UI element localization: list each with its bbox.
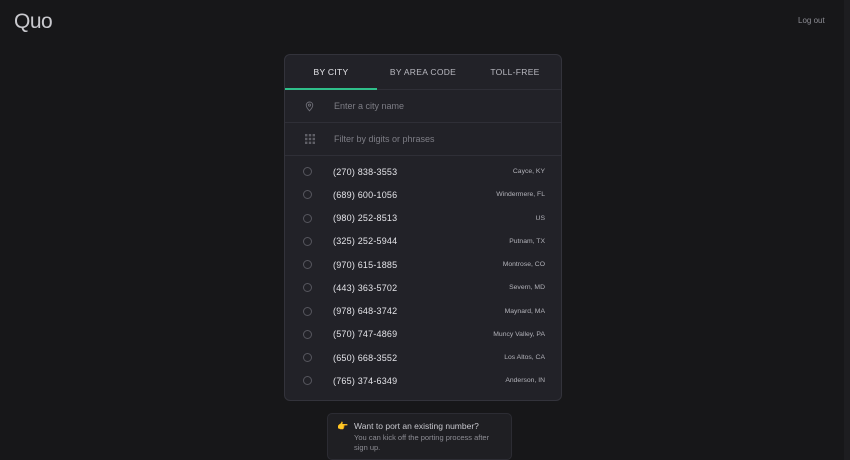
- city-input[interactable]: [334, 101, 534, 111]
- search-mode-tabs: BY CITY BY AREA CODE TOLL-FREE: [285, 55, 561, 90]
- tab-toll-free[interactable]: TOLL-FREE: [469, 55, 561, 89]
- digits-filter-input[interactable]: [334, 134, 534, 144]
- radio-button[interactable]: [303, 236, 312, 246]
- number-location: Maynard, MA: [504, 307, 545, 315]
- phone-number: (980) 252-8513: [333, 213, 398, 224]
- phone-number: (978) 648-3742: [333, 306, 398, 317]
- radio-button[interactable]: [303, 213, 312, 223]
- number-row[interactable]: (765) 374-6349 Anderson, IN: [285, 369, 561, 392]
- number-row[interactable]: (270) 838-3553 Cayce, KY: [285, 160, 561, 183]
- number-location: US: [535, 214, 545, 222]
- port-hint-body: You can kick off the porting process aft…: [354, 433, 490, 452]
- app-logo: Quo: [14, 10, 53, 33]
- phone-number: (443) 363-5702: [333, 282, 398, 293]
- phone-number: (970) 615-1885: [333, 259, 398, 270]
- number-location: Muncy Valley, PA: [493, 330, 545, 338]
- number-location: Anderson, IN: [505, 377, 545, 385]
- radio-button[interactable]: [303, 283, 312, 293]
- number-row[interactable]: (325) 252-5944 Putnam, TX: [285, 230, 561, 253]
- radio-button[interactable]: [303, 167, 312, 177]
- number-location: Windermere, FL: [496, 191, 545, 199]
- radio-button[interactable]: [303, 190, 312, 200]
- number-row[interactable]: (443) 363-5702 Severn, MD: [285, 276, 561, 299]
- phone-number: (689) 600-1056: [333, 189, 398, 200]
- phone-number: (765) 374-6349: [333, 375, 398, 386]
- number-row[interactable]: (978) 648-3742 Maynard, MA: [285, 300, 561, 323]
- phone-number: (325) 252-5944: [333, 236, 398, 247]
- logout-link[interactable]: Log out: [798, 16, 825, 25]
- phone-number: (570) 747-4869: [333, 329, 398, 340]
- number-location: Cayce, KY: [512, 168, 545, 176]
- radio-button[interactable]: [303, 376, 312, 386]
- radio-button[interactable]: [303, 306, 312, 316]
- number-list: (270) 838-3553 Cayce, KY (689) 600-1056 Wi…: [285, 156, 561, 393]
- number-picker-panel: BY CITY BY AREA CODE TOLL-FREE (270) 838…: [284, 54, 562, 401]
- tab-by-city[interactable]: BY CITY: [285, 55, 377, 90]
- phone-number: (650) 668-3552: [333, 352, 398, 363]
- radio-button[interactable]: [303, 329, 312, 339]
- number-location: Montrose, CO: [502, 261, 545, 269]
- number-location: Los Altos, CA: [504, 354, 545, 362]
- port-number-hint[interactable]: 👉 Want to port an existing number? You c…: [327, 413, 512, 460]
- location-pin-icon: [285, 101, 334, 112]
- number-row[interactable]: (980) 252-8513 US: [285, 207, 561, 230]
- phone-number: (270) 838-3553: [333, 166, 398, 177]
- number-row[interactable]: (570) 747-4869 Muncy Valley, PA: [285, 323, 561, 346]
- radio-button[interactable]: [303, 260, 312, 270]
- number-location: Putnam, TX: [509, 237, 545, 245]
- page-scrollbar[interactable]: [844, 0, 850, 460]
- number-row[interactable]: (689) 600-1056 Windermere, FL: [285, 183, 561, 206]
- port-hint-title: Want to port an existing number?: [354, 421, 479, 431]
- tab-by-area-code[interactable]: BY AREA CODE: [377, 55, 469, 89]
- radio-button[interactable]: [303, 353, 312, 363]
- number-row[interactable]: (970) 615-1885 Montrose, CO: [285, 253, 561, 276]
- number-row[interactable]: (650) 668-3552 Los Altos, CA: [285, 346, 561, 369]
- digits-filter-field: [285, 123, 561, 156]
- city-search-field: [285, 90, 561, 123]
- pointing-hand-icon: 👉: [337, 421, 349, 431]
- number-location: Severn, MD: [509, 284, 545, 292]
- keypad-icon: [285, 134, 334, 144]
